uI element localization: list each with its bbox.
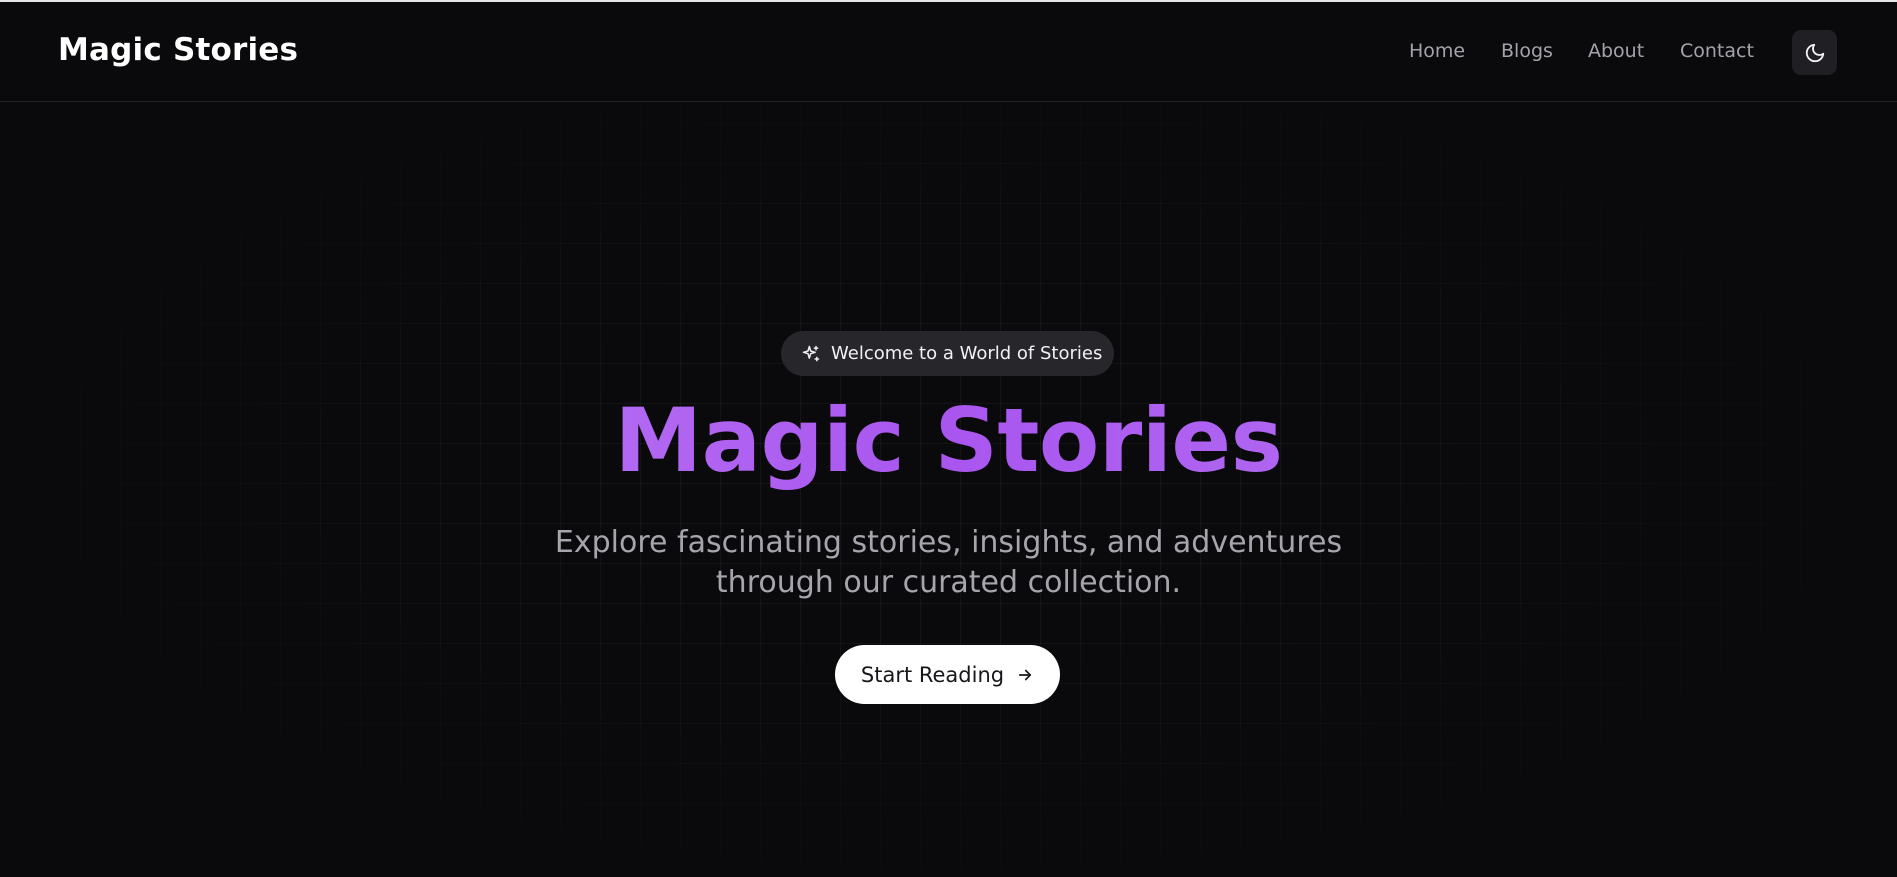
- nav-link-home[interactable]: Home: [1409, 40, 1465, 62]
- hero-subtitle-line-1: Explore fascinating stories, insights, a…: [554, 525, 1343, 560]
- hero-section: Welcome to a World of Stories Magic Stor…: [0, 103, 1897, 877]
- navbar: Magic Stories Home Blogs About Contact: [0, 2, 1897, 102]
- theme-toggle-button[interactable]: [1792, 30, 1837, 75]
- start-reading-button[interactable]: Start Reading: [835, 645, 1060, 704]
- hero-title: Magic Stories: [0, 392, 1897, 490]
- sparkles-icon: [802, 345, 820, 361]
- badge-text: Welcome to a World of Stories: [831, 343, 1103, 364]
- start-reading-label: Start Reading: [860, 662, 1005, 687]
- nav-link-about[interactable]: About: [1588, 40, 1644, 62]
- moon-icon: [1805, 43, 1824, 62]
- nav-link-contact[interactable]: Contact: [1680, 40, 1754, 62]
- hero-subtitle: Explore fascinating stories, insights, a…: [500, 523, 1397, 603]
- hero-subtitle-line-2: through our curated collection.: [715, 565, 1182, 600]
- nav-link-blogs[interactable]: Blogs: [1501, 40, 1553, 62]
- welcome-badge: Welcome to a World of Stories: [781, 331, 1114, 376]
- brand-logo[interactable]: Magic Stories: [58, 32, 298, 68]
- page: Magic Stories Home Blogs About Contact W…: [0, 0, 1897, 877]
- arrow-right-icon: [1016, 666, 1034, 684]
